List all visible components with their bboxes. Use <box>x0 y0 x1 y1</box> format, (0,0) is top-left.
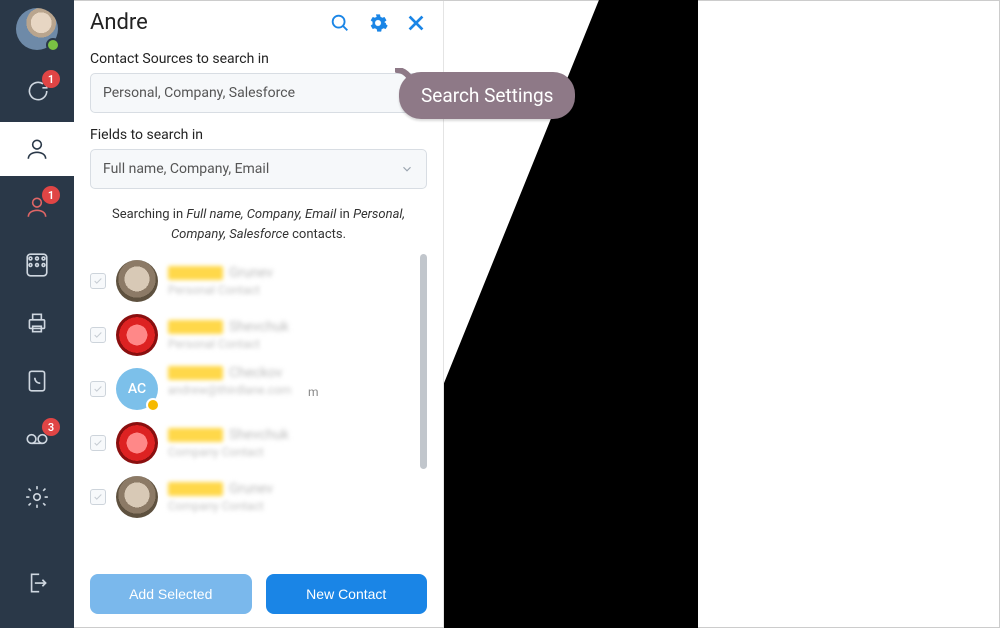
close-icon[interactable] <box>405 12 427 34</box>
contact-row[interactable]: Andre Grunev Company Contact <box>90 470 421 524</box>
name-rest: Shevchuk <box>229 427 289 443</box>
contact-avatar <box>116 422 158 464</box>
profile-avatar[interactable] <box>16 8 58 50</box>
panel-footer: Add Selected New Contact <box>90 574 427 614</box>
nav-contacts[interactable] <box>0 122 74 176</box>
contact-avatar <box>116 314 158 356</box>
name-rest: Grunev <box>229 265 273 281</box>
contact-text: Andre Shevchuk Personal Contact <box>168 319 421 351</box>
name-rest: Checkov <box>229 365 282 381</box>
add-selected-button[interactable]: Add Selected <box>90 574 252 614</box>
results-area: Andre GrunevPersonal ContactAndre Shevch… <box>90 254 427 564</box>
contact-row[interactable]: Andre Shevchuk Company Contact <box>90 416 421 470</box>
contact-subtext: Personal Contact <box>168 283 421 297</box>
contact-avatar <box>116 260 158 302</box>
nav-contacts-alt-badge: 1 <box>42 186 60 204</box>
new-contact-button[interactable]: New Contact <box>266 574 428 614</box>
row-checkbox[interactable] <box>90 381 106 397</box>
nav-logout[interactable] <box>0 556 74 610</box>
nav-settings[interactable] <box>0 470 74 524</box>
nav-chat[interactable]: 1 <box>0 64 74 118</box>
nav-voicemail[interactable]: 3 <box>0 412 74 466</box>
sources-value: Personal, Company, Salesforce <box>103 85 295 101</box>
nav-dialpad[interactable] <box>0 238 74 292</box>
row-checkbox[interactable] <box>90 489 106 505</box>
gear-icon[interactable] <box>367 12 389 34</box>
search-icon[interactable] <box>329 12 351 34</box>
name-highlight: Andre <box>168 266 223 280</box>
contact-avatar <box>116 476 158 518</box>
contact-subtext: Personal Contact <box>168 337 421 351</box>
book-phone-icon <box>24 368 50 394</box>
nav-callbook[interactable] <box>0 354 74 408</box>
name-highlight: Andre <box>168 482 223 496</box>
contact-row[interactable]: ACAndre Checkovandrew@thirdlane.comm <box>90 362 421 416</box>
search-settings-tooltip: Search Settings <box>399 72 575 119</box>
name-highlight: Andre <box>168 320 223 334</box>
panel-header: Andre <box>90 10 427 35</box>
row-checkbox[interactable] <box>90 435 106 451</box>
chevron-down-icon <box>400 162 414 176</box>
printer-icon <box>24 310 50 336</box>
name-rest: Grunev <box>229 481 273 497</box>
nav-contacts-alt[interactable]: 1 <box>0 180 74 234</box>
search-panel: Andre Contact Sources to search in Perso… <box>74 0 444 628</box>
row-checkbox[interactable] <box>90 273 106 289</box>
row-checkbox[interactable] <box>90 327 106 343</box>
search-query-title: Andre <box>90 10 329 35</box>
contact-row[interactable]: Andre Grunev Personal Contact <box>90 254 421 308</box>
nav-voicemail-badge: 3 <box>42 418 60 436</box>
contact-text: Andre Shevchuk Company Contact <box>168 427 421 459</box>
nav-fax[interactable] <box>0 296 74 350</box>
name-highlight: Andre <box>168 428 223 442</box>
search-hint: Searching in Full name, Company, Email i… <box>90 205 427 244</box>
contact-text: Andre Grunev Company Contact <box>168 481 421 513</box>
dialpad-icon <box>24 252 50 278</box>
contact-subtext: Company Contact <box>168 445 421 459</box>
sources-select[interactable]: Personal, Company, Salesforce <box>90 73 427 113</box>
name-rest: Shevchuk <box>229 319 289 335</box>
sidebar: 1 1 3 <box>0 0 74 628</box>
fields-label: Fields to search in <box>90 127 427 143</box>
gear-icon <box>24 484 50 510</box>
logout-icon <box>24 570 50 596</box>
status-indicator <box>46 38 60 52</box>
person-icon <box>24 136 50 162</box>
name-highlight: Andre <box>168 366 223 380</box>
contact-text: Andre Grunev Personal Contact <box>168 265 421 297</box>
scrollbar-thumb[interactable] <box>420 254 427 469</box>
nav-chat-badge: 1 <box>42 70 60 88</box>
contact-text: Andre Checkovandrew@thirdlane.comm <box>168 365 421 413</box>
fields-select[interactable]: Full name, Company, Email <box>90 149 427 189</box>
fields-value: Full name, Company, Email <box>103 161 269 177</box>
sources-label: Contact Sources to search in <box>90 51 427 67</box>
contact-subtext: Company Contact <box>168 499 421 513</box>
contact-avatar: AC <box>116 368 158 410</box>
contact-row[interactable]: Andre Shevchuk Personal Contact <box>90 308 421 362</box>
results-list[interactable]: Andre GrunevPersonal ContactAndre Shevch… <box>90 254 427 564</box>
